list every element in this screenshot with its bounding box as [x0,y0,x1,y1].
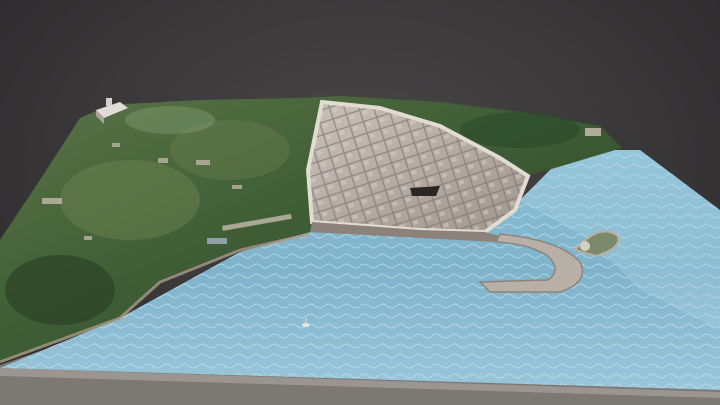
terrain-model-scene [0,96,720,405]
